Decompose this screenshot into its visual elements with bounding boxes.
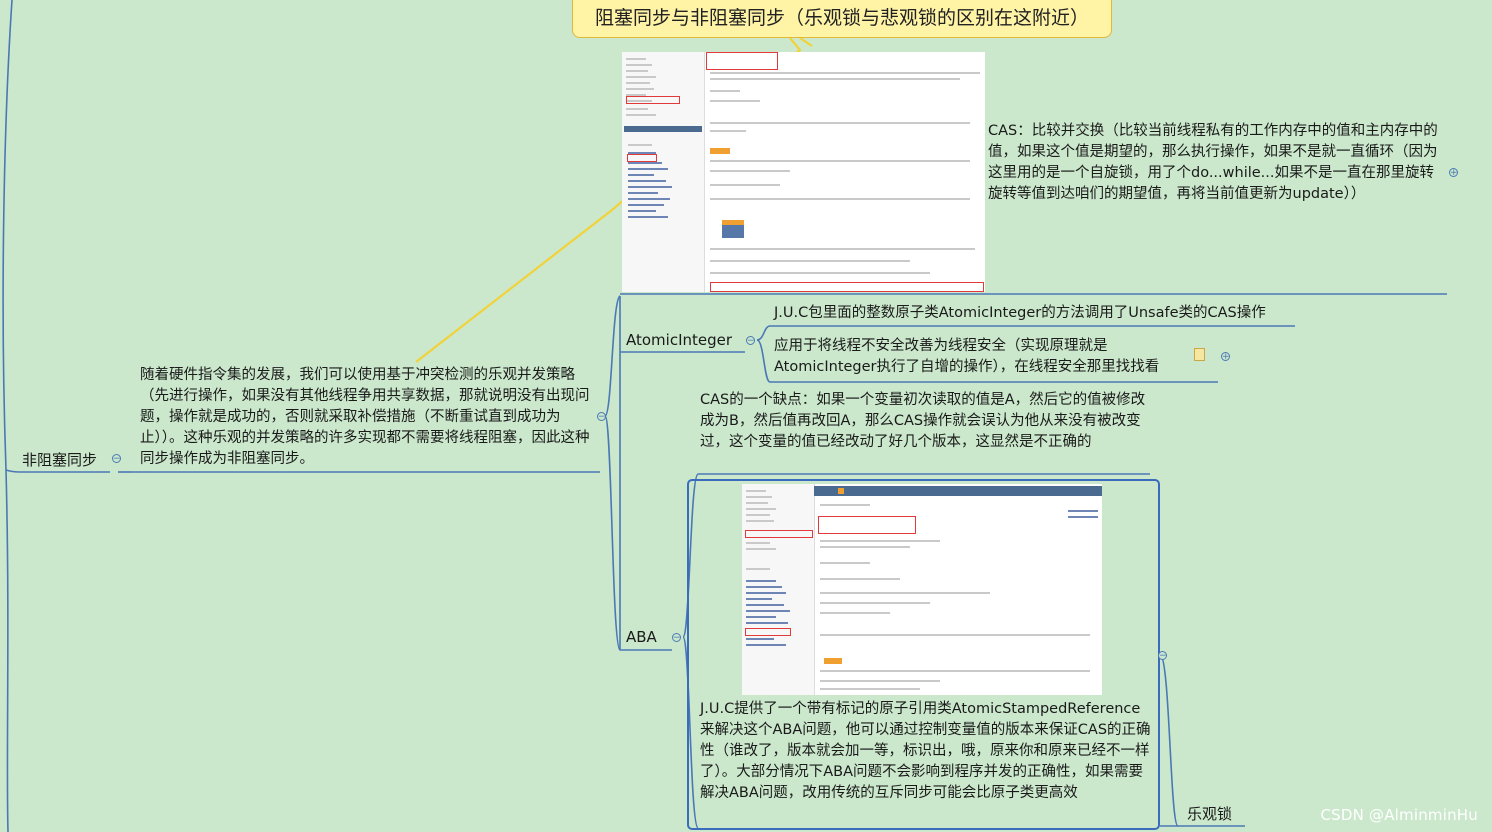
optimistic-lock-node[interactable]: 乐观锁 [1187,803,1232,824]
note-icon[interactable] [1194,348,1205,361]
collapse-icon[interactable]: − [672,633,681,643]
aba-solution-text: J.U.C提供了一个带有标记的原子引用类AtomicStampedReferen… [700,701,1151,801]
cas-description[interactable]: CAS：比较并交换（比较当前线程私有的工作内存中的值和主内存中的值，如果这个值是… [988,121,1440,205]
title-node[interactable]: 阻塞同步与非阻塞同步（乐观锁与悲观锁的区别在这附近） [572,0,1112,38]
cas-aba-defect[interactable]: CAS的一个缺点：如果一个变量初次读取的值是A，然后它的值被修改成为B，然后值再… [700,390,1155,453]
expand-icon[interactable]: + [1221,352,1230,362]
optimistic-strategy-description[interactable]: 随着硬件指令集的发展，我们可以使用基于冲突检测的乐观并发策略（先进行操作，如果没… [140,365,590,470]
expand-icon[interactable]: + [1449,168,1458,178]
aba-node[interactable]: ABA [626,628,657,646]
collapse-icon[interactable]: − [112,454,121,464]
atomic-integer-doc-screenshot [622,52,985,292]
atomic-integer-node[interactable]: AtomicInteger [626,331,732,349]
collapse-icon[interactable]: − [1158,651,1167,661]
atomic-item-unsafe[interactable]: J.U.C包里面的整数原子类AtomicInteger的方法调用了Unsafe类… [774,303,1294,324]
collapse-icon[interactable]: − [597,412,606,422]
watermark: CSDN @AlminminHu [1320,806,1478,824]
non-blocking-sync-node[interactable]: 非阻塞同步 [22,449,97,470]
collapse-icon[interactable]: − [746,336,755,346]
atomic-item-thread-safety[interactable]: 应用于将线程不安全改善为线程安全（实现原理就是AtomicInteger执行了自… [774,336,1189,378]
atomic-stamped-reference-screenshot [742,484,1102,695]
